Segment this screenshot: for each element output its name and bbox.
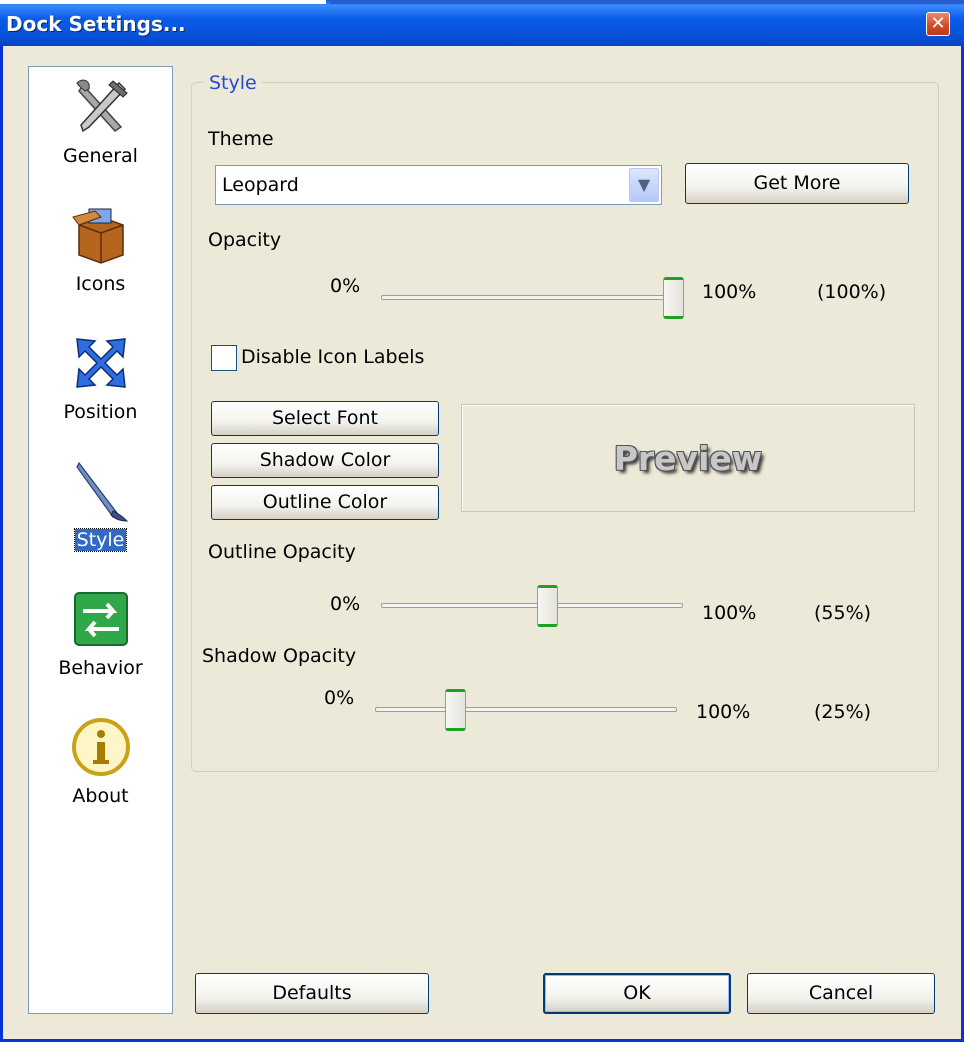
chevron-down-icon[interactable]: ▼ (629, 168, 659, 202)
title-bar: Dock Settings... ✕ (0, 0, 964, 46)
titlebar-edge-shade (330, 0, 964, 4)
outline-opacity-slider-track[interactable] (381, 603, 683, 608)
sidebar-item-about[interactable]: About (29, 715, 172, 807)
sidebar-item-general[interactable]: General (29, 75, 172, 167)
outline-opacity-value: (55%) (814, 602, 872, 624)
sidebar-item-label: About (72, 785, 129, 807)
shadow-opacity-slider-track[interactable] (375, 707, 677, 712)
theme-select[interactable]: Leopard ▼ (215, 165, 662, 205)
theme-label: Theme (208, 128, 274, 150)
arrows-icon (75, 338, 126, 388)
cancel-button[interactable]: Cancel (747, 973, 935, 1014)
shadow-opacity-min-label: 0% (324, 687, 355, 709)
outline-opacity-label: Outline Opacity (208, 541, 356, 563)
outline-opacity-min-label: 0% (330, 593, 361, 615)
sidebar-item-label: Icons (75, 273, 126, 295)
sidebar-item-label: Position (63, 401, 138, 423)
window-title: Dock Settings... (6, 12, 186, 36)
category-sidebar: General Icons Position Style Behavior Ab… (28, 66, 173, 1014)
sidebar-item-behavior[interactable]: Behavior (29, 587, 172, 679)
sidebar-item-style[interactable]: Style (29, 459, 172, 552)
opacity-slider-track[interactable] (381, 295, 683, 300)
titlebar-edge-highlight (0, 0, 326, 4)
swap-arrows-icon (73, 592, 128, 646)
sidebar-item-label: General (63, 145, 138, 167)
close-icon: ✕ (930, 13, 946, 34)
shadow-opacity-value: (25%) (814, 701, 872, 723)
shadow-color-button[interactable]: Shadow Color (211, 443, 439, 478)
shadow-opacity-slider-thumb[interactable] (445, 689, 466, 731)
outline-color-button[interactable]: Outline Color (211, 485, 439, 520)
disable-icon-labels-checkbox[interactable] (211, 345, 237, 371)
sidebar-item-position[interactable]: Position (29, 331, 172, 423)
get-more-button[interactable]: Get More (685, 163, 909, 204)
dock-settings-window: Dock Settings... ✕ General Icons Positio… (0, 0, 964, 1042)
sidebar-item-label: Style (73, 528, 128, 552)
sidebar-item-icons[interactable]: Icons (29, 203, 172, 295)
outline-opacity-slider-thumb[interactable] (537, 585, 558, 627)
defaults-button[interactable]: Defaults (195, 973, 429, 1014)
close-button[interactable]: ✕ (926, 12, 950, 36)
outline-opacity-max-label: 100% (702, 602, 757, 624)
box-icon (71, 208, 124, 264)
shadow-opacity-max-label: 100% (696, 701, 751, 723)
opacity-min-label: 0% (330, 275, 361, 297)
select-font-button[interactable]: Select Font (211, 401, 439, 436)
ok-button[interactable]: OK (543, 973, 731, 1014)
shadow-opacity-label: Shadow Opacity (202, 645, 357, 667)
disable-icon-labels-label[interactable]: Disable Icon Labels (241, 346, 424, 368)
opacity-label: Opacity (208, 229, 282, 251)
label-preview-box: Preview (461, 404, 915, 512)
brush-icon (75, 461, 128, 522)
opacity-slider-thumb[interactable] (663, 277, 684, 319)
tools-icon (75, 79, 128, 133)
sidebar-item-label: Behavior (58, 657, 143, 679)
opacity-max-label: 100% (702, 281, 757, 303)
info-icon (71, 718, 130, 776)
style-group-title: Style (204, 72, 262, 94)
theme-select-value: Leopard (222, 174, 299, 196)
opacity-value: (100%) (817, 281, 887, 303)
preview-text: Preview (613, 439, 763, 478)
